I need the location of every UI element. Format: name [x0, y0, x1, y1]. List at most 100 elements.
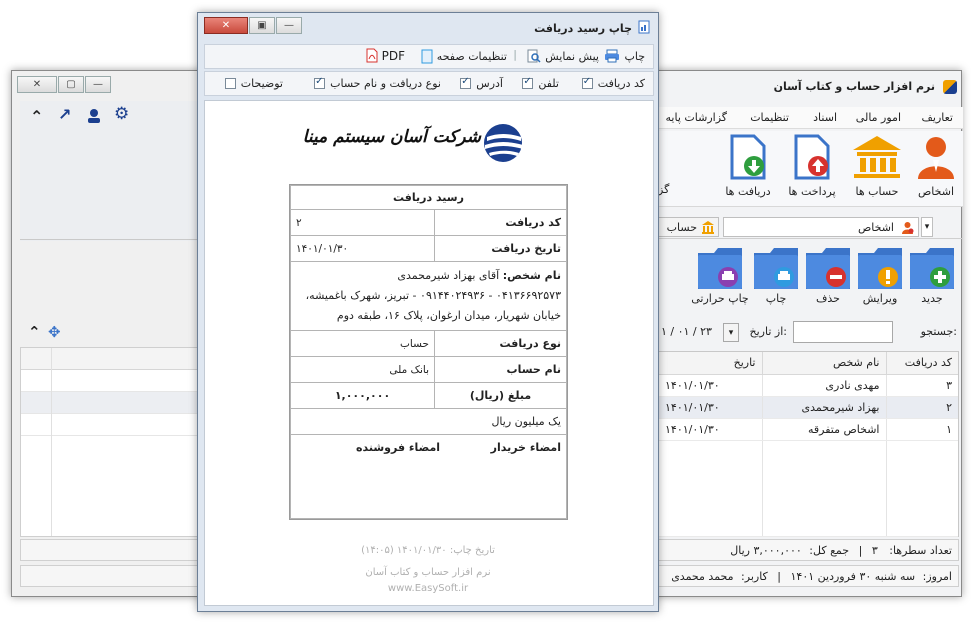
dialog-options: کد دریافت تلفن آدرس نوع دریافت و نام حسا…: [204, 71, 654, 96]
payments-button[interactable]: پرداخت ها: [783, 134, 841, 198]
chevron-up-icon[interactable]: ⌃: [28, 323, 41, 341]
user-value: محمد محمدی: [671, 570, 734, 583]
print-folder-icon: [754, 248, 798, 289]
reports-button[interactable]: گزا: [655, 181, 711, 196]
delete-folder-icon: [806, 248, 850, 289]
print-button[interactable]: چاپ: [751, 245, 801, 305]
person-icon: [918, 137, 954, 179]
people-button[interactable]: اشخاص: [913, 134, 959, 198]
option-receipt-code[interactable]: کد دریافت: [581, 76, 645, 90]
user-icon[interactable]: [86, 108, 102, 124]
from-date-value[interactable]: ۱ / ۰۱ / ۲۳: [661, 325, 712, 338]
col-header-code[interactable]: کد دریافت: [885, 352, 958, 375]
today-value: سه شنبه ۳۰ فروردین ۱۴۰۱: [790, 570, 916, 583]
menu-bar: تعاریف امور مالی اسناد تنظیمات گزارشات پ…: [653, 107, 963, 129]
footer-website: www.EasySoft.ir: [387, 583, 469, 594]
receipts-button[interactable]: دریافت ها: [719, 134, 777, 198]
option-receipt-type[interactable]: نوع دریافت و نام حساب: [314, 76, 441, 90]
person-tab-icon: [902, 222, 914, 234]
bank-tab-icon: [702, 221, 714, 234]
move-icon[interactable]: ✥: [48, 323, 61, 341]
table-row[interactable]: ۳ مهدی نادری ۱۴۰۱/۰۱/۳۰: [658, 374, 958, 397]
search-input[interactable]: [793, 321, 893, 343]
dialog-document-icon: [638, 20, 650, 34]
menu-definitions[interactable]: تعاریف: [922, 111, 953, 124]
table-header-row: کد دریافت نام شخص تاریخ: [658, 352, 958, 375]
menu-documents[interactable]: اسناد: [813, 111, 837, 124]
sum-value: ۳,۰۰۰,۰۰۰ ریال: [730, 544, 802, 557]
company-logo-icon: [484, 124, 523, 162]
arrow-up-right-icon[interactable]: ↗: [58, 105, 71, 124]
phone-checkbox[interactable]: [522, 76, 534, 89]
receipt-account-row: نام حساب بانک ملی: [290, 356, 567, 383]
dialog-title: چاپ رسید دریافت: [534, 22, 632, 35]
dialog-print-button[interactable]: چاپ: [604, 49, 645, 63]
bg-panel-divider: [20, 239, 224, 240]
main-window: نرم افزار حساب و کتاب آسان تعاریف امور م…: [652, 70, 963, 597]
user-label: کاربر:: [741, 570, 768, 583]
address-checkbox[interactable]: [460, 76, 472, 89]
bg-grid: [20, 347, 224, 537]
bg-close-button[interactable]: ✕: [17, 76, 57, 93]
dialog-preview-button[interactable]: پیش نمایش: [527, 49, 599, 63]
bg-minimize-button[interactable]: —: [85, 76, 111, 93]
thermal-print-button[interactable]: چاپ حرارتی: [691, 245, 749, 305]
app-icon: [943, 80, 957, 94]
sum-label: جمع کل:: [809, 544, 850, 557]
col-header-person[interactable]: نام شخص: [761, 352, 886, 375]
description-checkbox[interactable]: [224, 78, 236, 89]
payment-document-icon: [794, 134, 830, 180]
tab-dropdown-button[interactable]: ▾: [921, 217, 933, 237]
table-row[interactable]: ۲ بهزاد شیرمحمدی ۱۴۰۱/۰۱/۳۰: [658, 396, 958, 419]
date-dropdown-button[interactable]: ▾: [723, 323, 739, 342]
search-row: جستجو: از تاریخ: ▾ ۱ / ۰۱ / ۲۳: [653, 319, 963, 345]
dialog-toolbar: چاپ پیش نمایش | تنظیمات صفحه PDF: [204, 44, 654, 69]
dialog-close-button[interactable]: ✕: [204, 17, 248, 34]
receipt-type-row: نوع دریافت حساب: [290, 330, 567, 357]
company-name: شرکت آسان سیستم مینا: [302, 127, 481, 147]
receipt-person-row: نام شخص: آقای بهزاد شیرمحمدی ۰۴۱۳۶۶۹۲۵۷۳…: [290, 261, 567, 331]
col-header-date[interactable]: تاریخ: [658, 352, 762, 375]
bg-maximize-button[interactable]: ▢: [58, 76, 84, 93]
edit-button[interactable]: ویرایش: [855, 245, 905, 305]
dialog-pdf-button[interactable]: PDF: [366, 48, 405, 63]
footer-software-name: نرم افزار حساب و کتاب آسان: [365, 567, 491, 578]
accounts-button[interactable]: حساب ها: [847, 134, 907, 198]
receipt-signature-row: امضاء خریدار امضاء فروشنده: [290, 434, 567, 519]
receipt-code-checkbox[interactable]: [581, 76, 593, 89]
dialog-maximize-button[interactable]: ▣: [249, 17, 275, 34]
option-address[interactable]: آدرس: [460, 76, 503, 90]
today-label: امروز:: [922, 570, 952, 583]
receipt-type-checkbox[interactable]: [314, 76, 326, 89]
bank-icon: [853, 136, 901, 178]
pdf-icon: [366, 48, 378, 63]
dialog-window-buttons: ✕ ▣ —: [204, 17, 303, 34]
menu-settings[interactable]: تنظیمات: [750, 111, 789, 124]
tab-account[interactable]: حساب: [655, 217, 719, 237]
option-description[interactable]: توضیحات: [224, 77, 283, 90]
page-icon: [421, 49, 433, 64]
receipt-date-row: تاریخ دریافت ۱۴۰۱/۰۱/۳۰: [290, 235, 567, 262]
table-row[interactable]: ۱ اشخاص متفرقه ۱۴۰۱/۰۱/۳۰: [658, 418, 958, 441]
receipt-code-row: کد دریافت ۲: [290, 209, 567, 236]
receipts-table: کد دریافت نام شخص تاریخ ۳ مهدی نادری ۱۴۰…: [657, 351, 959, 537]
magnifier-icon: [527, 49, 541, 63]
tab-people[interactable]: اشخاص: [723, 217, 919, 237]
menu-finance[interactable]: امور مالی: [856, 111, 901, 124]
bg-window-buttons: ✕ ▢ —: [17, 76, 112, 93]
main-window-title: نرم افزار حساب و کتاب آسان: [773, 80, 935, 93]
row-count-label: تعداد سطرها:: [889, 544, 952, 557]
option-phone[interactable]: تلفن: [522, 76, 559, 90]
receipt-title-row: رسید دریافت: [290, 185, 567, 210]
dialog-minimize-button[interactable]: —: [276, 17, 302, 34]
buyer-signature-label: امضاء خریدار: [490, 441, 561, 454]
dialog-page-setup-button[interactable]: تنظیمات صفحه: [421, 49, 507, 64]
gear-icon[interactable]: ⚙: [114, 104, 129, 124]
new-button[interactable]: جدید: [907, 245, 957, 305]
seller-signature-label: امضاء فروشنده: [356, 441, 441, 454]
action-bar: جدید ویرایش حذف چاپ چاپ حرارتی: [653, 243, 963, 311]
delete-button[interactable]: حذف: [803, 245, 853, 305]
menu-reports[interactable]: گزارشات پایه: [666, 111, 727, 124]
chevron-up-icon[interactable]: ⌃: [30, 107, 43, 126]
receipt-document-icon: [730, 134, 766, 180]
